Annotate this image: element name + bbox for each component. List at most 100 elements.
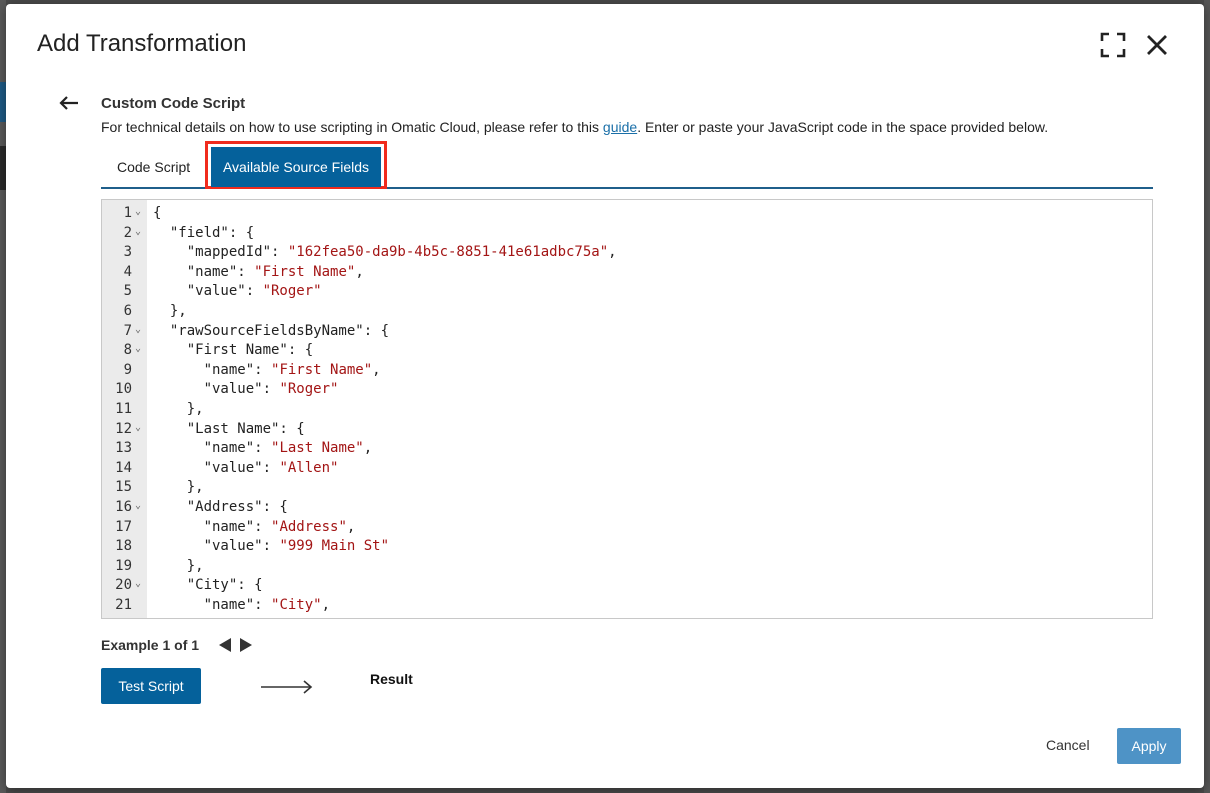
example-counter: Example 1 of 1	[101, 637, 200, 653]
code-line: 1 ⌄ {	[102, 204, 1152, 224]
fold-chevron-icon[interactable]: ⌄	[135, 202, 141, 222]
code-text: "name": "Address",	[153, 518, 356, 538]
code-string: "Address"	[271, 518, 347, 535]
code-punct: },	[153, 302, 187, 319]
code-punct: "field": {	[153, 224, 255, 241]
code-punct: "mappedId":	[153, 244, 288, 261]
code-text: "name": "Last Name",	[153, 439, 373, 459]
line-number: 9	[123, 361, 132, 378]
code-punct: "rawSourceFieldsByName": {	[153, 322, 390, 339]
code-punct: "value":	[153, 283, 263, 300]
code-editor[interactable]: 1 ⌄{2 ⌄ "field": {3 "mappedId": "162fea50-…	[101, 199, 1153, 619]
code-line: 2 ⌄ "field": {	[102, 224, 1152, 244]
code-line: 20 ⌄ "City": {	[102, 576, 1152, 596]
code-line: 18 "value": "999 Main St"	[102, 537, 1152, 557]
line-number: 13	[115, 440, 132, 457]
code-text: "rawSourceFieldsByName": {	[153, 322, 389, 342]
code-string: "First Name"	[271, 361, 373, 378]
tab-code-script[interactable]: Code Script	[117, 147, 190, 187]
code-punct: "value":	[153, 459, 280, 476]
code-punct: ,	[346, 518, 356, 535]
code-punct: },	[153, 557, 204, 574]
arrow-left-icon[interactable]	[58, 94, 80, 112]
line-number: 17	[115, 518, 132, 535]
fold-chevron-icon[interactable]: ⌄	[135, 222, 141, 242]
code-punct: "name":	[153, 361, 272, 378]
line-number: 15	[115, 479, 132, 496]
line-number: 11	[115, 400, 132, 417]
expand-icon[interactable]	[1100, 32, 1126, 58]
triangle-left-icon[interactable]	[218, 637, 232, 658]
code-punct: {	[153, 205, 162, 221]
code-text: "field": {	[153, 224, 254, 244]
code-line: 3 "mappedId": "162fea50-da9b-4b5c-8851-4…	[102, 243, 1152, 263]
code-text: "Address": {	[153, 498, 288, 518]
code-punct: "name":	[153, 440, 272, 457]
code-punct: },	[153, 400, 204, 417]
line-number: 5	[123, 283, 132, 300]
result-label: Result	[370, 671, 413, 687]
code-string: "999 Main St"	[279, 538, 390, 555]
code-text: "First Name": {	[153, 341, 313, 361]
code-punct: "name":	[153, 596, 272, 613]
description-text: For technical details on how to use scri…	[101, 119, 603, 135]
code-punct: },	[153, 479, 204, 496]
code-text: },	[153, 557, 204, 577]
line-number: 2	[123, 224, 132, 241]
triangle-right-icon[interactable]	[239, 637, 253, 658]
line-number: 3	[123, 244, 132, 261]
code-string: "Allen"	[279, 459, 339, 476]
code-line: 5 "value": "Roger"	[102, 282, 1152, 302]
line-number: 14	[115, 459, 132, 476]
code-line: 21 "name": "City",	[102, 596, 1152, 616]
code-string: "Roger"	[279, 381, 339, 398]
code-text: "name": "First Name",	[153, 263, 364, 283]
tab-bar: Code Script Available Source Fields	[101, 141, 1153, 189]
fold-chevron-icon[interactable]: ⌄	[135, 418, 141, 438]
code-line: 9 "name": "First Name",	[102, 361, 1152, 381]
line-number: 1	[123, 205, 132, 221]
code-text: "value": "Allen"	[153, 459, 339, 479]
line-number: 20	[115, 577, 132, 594]
close-icon[interactable]	[1144, 32, 1170, 58]
long-arrow-right-icon	[260, 679, 314, 695]
code-line: 12 ⌄ "Last Name": {	[102, 420, 1152, 440]
code-string: "Roger"	[262, 283, 322, 300]
code-text: "Last Name": {	[153, 420, 305, 440]
fold-chevron-icon[interactable]: ⌄	[135, 574, 141, 594]
fold-chevron-icon[interactable]: ⌄	[135, 320, 141, 340]
apply-button[interactable]: Apply	[1117, 728, 1181, 764]
tab-available-source-fields[interactable]: Available Source Fields	[211, 147, 381, 187]
cancel-button[interactable]: Cancel	[1046, 737, 1090, 753]
code-punct: "Address": {	[153, 498, 288, 515]
add-transformation-dialog: Add Transformation Custom Code Script Fo…	[6, 4, 1204, 788]
code-text: "name": "City",	[153, 596, 330, 616]
code-line: 13 "name": "Last Name",	[102, 439, 1152, 459]
code-line: 4 "name": "First Name",	[102, 263, 1152, 283]
section-description: For technical details on how to use scri…	[101, 119, 1048, 135]
code-punct: "City": {	[153, 577, 263, 594]
code-line: 11 },	[102, 400, 1152, 420]
test-script-button[interactable]: Test Script	[101, 668, 201, 704]
code-line: 6 },	[102, 302, 1152, 322]
line-number: 16	[115, 498, 132, 515]
line-number: 18	[115, 538, 132, 555]
guide-link[interactable]: guide	[603, 119, 637, 135]
code-string: "Last Name"	[271, 440, 364, 457]
fold-chevron-icon[interactable]: ⌄	[135, 339, 141, 359]
code-text: "mappedId": "162fea50-da9b-4b5c-8851-41e…	[153, 243, 617, 263]
description-text-end: . Enter or paste your JavaScript code in…	[637, 119, 1049, 135]
code-line: 15 },	[102, 478, 1152, 498]
code-punct: ,	[363, 440, 373, 457]
line-number: 6	[123, 302, 132, 319]
code-punct: ,	[321, 596, 331, 613]
code-text: "City": {	[153, 576, 263, 596]
code-text: {	[153, 204, 161, 224]
code-lines: 1 ⌄{2 ⌄ "field": {3 "mappedId": "162fea50-…	[102, 204, 1152, 615]
code-punct: ,	[608, 244, 617, 261]
code-punct: "Last Name": {	[153, 420, 305, 437]
fold-chevron-icon[interactable]: ⌄	[135, 496, 141, 516]
line-number: 8	[123, 342, 132, 359]
code-line: 7 ⌄ "rawSourceFieldsByName": {	[102, 322, 1152, 342]
line-number: 19	[115, 557, 132, 574]
